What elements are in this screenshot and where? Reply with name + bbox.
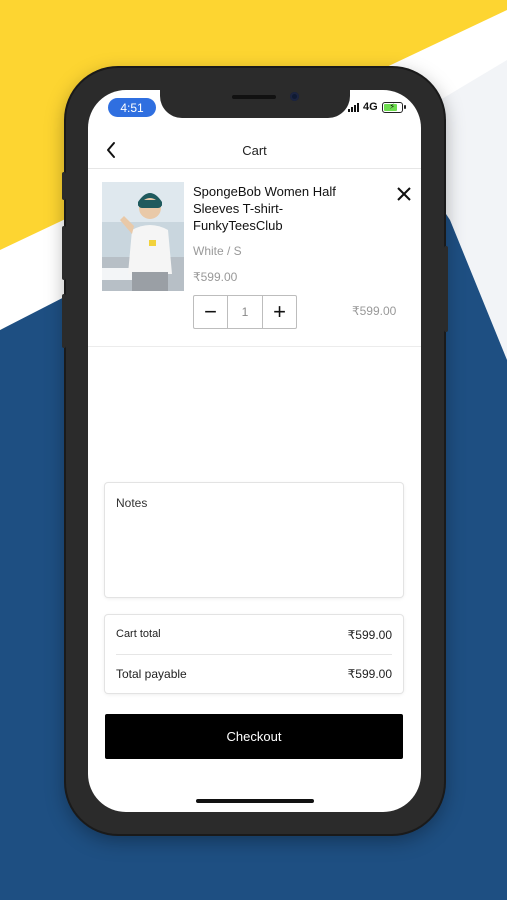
mute-switch xyxy=(62,172,66,200)
home-indicator[interactable] xyxy=(196,799,314,803)
cart-total-value: ₹599.00 xyxy=(347,628,392,642)
status-time: 4:51 xyxy=(108,98,156,117)
decrease-quantity-button[interactable]: − xyxy=(194,296,227,328)
close-icon[interactable] xyxy=(392,182,416,206)
total-payable-label: Total payable xyxy=(116,667,187,681)
page-title: Cart xyxy=(242,142,267,158)
cart-total-label: Cart total xyxy=(116,628,161,640)
product-image[interactable] xyxy=(102,182,184,291)
battery-icon: ⚡ xyxy=(381,101,406,113)
line-total: ₹599.00 xyxy=(352,304,397,318)
quantity-stepper: − 1 + xyxy=(193,295,297,329)
front-camera xyxy=(290,92,299,101)
quantity-value[interactable]: 1 xyxy=(227,296,263,328)
speaker xyxy=(232,95,276,99)
cart-total-row: Cart total ₹599.00 xyxy=(116,628,392,642)
notes-label: Notes xyxy=(116,496,148,510)
network-label: 4G xyxy=(363,101,378,113)
volume-up-button xyxy=(62,226,66,280)
product-variant: White / S xyxy=(193,244,242,258)
signal-icon xyxy=(348,102,359,112)
checkout-button[interactable]: Checkout xyxy=(105,714,403,759)
cart-header: Cart xyxy=(88,132,421,169)
product-unit-price: ₹599.00 xyxy=(193,270,238,284)
notes-field[interactable]: Notes xyxy=(105,483,403,597)
increase-quantity-button[interactable]: + xyxy=(263,296,296,328)
total-payable-value: ₹599.00 xyxy=(347,667,392,681)
back-chevron-icon[interactable] xyxy=(100,136,122,164)
status-indicators: 4G ⚡ xyxy=(348,101,406,113)
volume-down-button xyxy=(62,294,66,348)
product-name[interactable]: SpongeBob Women Half Sleeves T-shirt-Fun… xyxy=(193,183,363,234)
power-button xyxy=(444,246,448,332)
divider xyxy=(116,654,392,655)
totals-card: Cart total ₹599.00 Total payable ₹599.00 xyxy=(105,615,403,693)
total-payable-row: Total payable ₹599.00 xyxy=(116,667,392,681)
cart-item: SpongeBob Women Half Sleeves T-shirt-Fun… xyxy=(88,170,421,347)
